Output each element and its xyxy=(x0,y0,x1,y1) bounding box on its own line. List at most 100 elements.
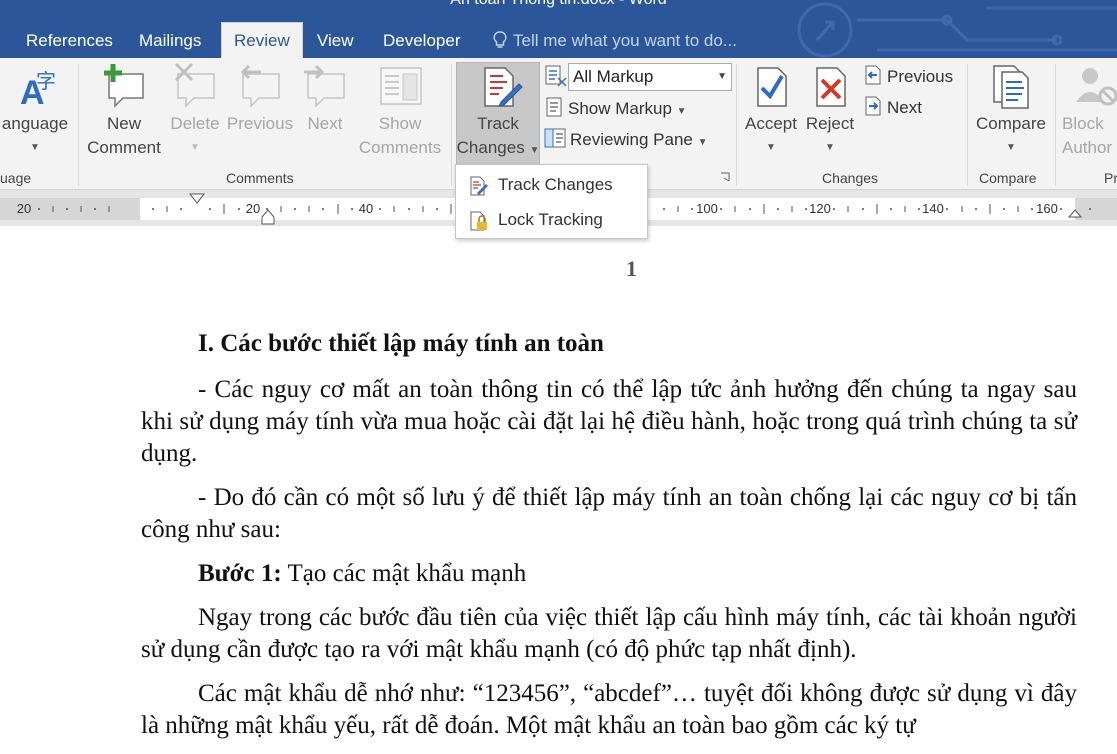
step-text: Tạo các mật khẩu mạnh xyxy=(281,560,527,587)
tab-review[interactable]: Review xyxy=(221,22,303,58)
comments-group-label: Comments xyxy=(226,170,294,186)
language-group-label: uage xyxy=(0,170,32,186)
previous-comment-icon xyxy=(240,64,280,108)
paragraph: - Do đó cần có một số lưu ý để thiết lập… xyxy=(141,482,1077,546)
show-comments-icon xyxy=(380,67,422,105)
compare-group-label: Compare xyxy=(979,170,1037,186)
compare-icon xyxy=(993,65,1029,109)
previous-change-icon xyxy=(865,65,881,85)
chevron-down-icon: ▼ xyxy=(825,142,835,153)
chevron-down-icon: ▼ xyxy=(697,137,708,148)
dialog-launcher-icon[interactable] xyxy=(720,172,730,182)
new-comment-icon xyxy=(104,64,144,108)
ruler-label: 140 xyxy=(922,201,944,216)
paragraph: Ngay trong các bước đầu tiên của việc th… xyxy=(141,602,1077,666)
previous-change-label: Previous xyxy=(887,67,954,86)
chevron-down-icon: ▼ xyxy=(529,145,540,156)
paragraph-text: - Các nguy cơ mất an toàn thông tin có t… xyxy=(141,376,1077,467)
next-comment-button[interactable]: Next xyxy=(298,62,352,136)
block-authors-icon xyxy=(1076,68,1117,106)
previous-label: Previous xyxy=(226,114,294,133)
show-comments-button[interactable]: Show Comments xyxy=(354,62,446,160)
show-comments-label-2: Comments xyxy=(358,138,442,157)
document-page[interactable]: 1 I. Các bước thiết lập máy tính an toàn… xyxy=(0,226,1117,754)
lock-icon xyxy=(470,211,487,231)
language-button[interactable]: A 字 anguage ▼ xyxy=(0,62,72,160)
ruler-label: 20 xyxy=(17,201,31,216)
delete-comment-button[interactable]: Delete ▼ xyxy=(168,62,222,160)
show-comments-label-1: Show xyxy=(378,114,422,133)
protect-group-label: Pr xyxy=(1104,170,1117,186)
svg-text:字: 字 xyxy=(36,69,56,93)
group-divider xyxy=(78,64,79,186)
language-icon: A 字 xyxy=(20,69,56,110)
block-authors-button[interactable]: Block Author xyxy=(1058,62,1117,160)
menu-item-track-changes[interactable]: Track Changes xyxy=(456,168,647,202)
block-authors-label-2: Author xyxy=(1062,138,1113,157)
reviewing-pane-button[interactable]: Reviewing Pane ▼ xyxy=(544,127,708,153)
ruler-label: 20 xyxy=(246,201,260,216)
accept-button[interactable]: Accept ▼ xyxy=(740,62,802,160)
display-for-review-icon xyxy=(545,65,567,87)
next-label: Next xyxy=(307,114,343,133)
reject-icon xyxy=(816,67,846,107)
track-changes-menu: Track Changes Lock Tracking xyxy=(455,164,648,239)
first-line-indent-marker[interactable] xyxy=(188,193,206,204)
reviewing-pane-label: Reviewing Pane xyxy=(570,130,693,149)
next-change-label: Next xyxy=(887,98,922,117)
next-change-button[interactable]: Next xyxy=(863,95,922,121)
delete-label: Delete xyxy=(170,114,220,133)
chevron-down-icon: ▼ xyxy=(190,142,200,153)
circuit-decoration xyxy=(797,2,1117,58)
new-comment-label-1: New xyxy=(106,114,141,133)
chevron-down-icon: ▼ xyxy=(717,71,727,82)
menu-item-lock-tracking[interactable]: Lock Tracking xyxy=(456,203,647,237)
tab-references[interactable]: References xyxy=(14,30,125,58)
previous-comment-button[interactable]: Previous xyxy=(224,62,296,136)
reviewing-pane-icon xyxy=(544,128,566,148)
accept-label: Accept xyxy=(745,114,797,133)
track-changes-icon xyxy=(484,67,523,107)
markup-select[interactable]: All Markup ▼ xyxy=(568,63,732,91)
page-number: 1 xyxy=(626,256,637,281)
track-changes-label-1: Track xyxy=(477,114,519,133)
next-change-icon xyxy=(865,96,881,116)
paragraph: - Các nguy cơ mất an toàn thông tin có t… xyxy=(141,374,1077,470)
ruler-label: 120 xyxy=(809,201,831,216)
menu-item-label: Lock Tracking xyxy=(498,210,603,229)
markup-select-value: All Markup xyxy=(573,67,654,86)
tab-view[interactable]: View xyxy=(305,30,366,58)
hanging-indent-marker[interactable] xyxy=(261,209,275,225)
group-divider xyxy=(967,64,968,186)
right-indent-marker[interactable] xyxy=(1067,209,1083,218)
title-bar: An toàn Thông tin.docx - Word References… xyxy=(0,0,1117,58)
previous-change-button[interactable]: Previous xyxy=(863,64,953,90)
reject-button[interactable]: Reject ▼ xyxy=(802,62,858,160)
new-comment-label-2: Comment xyxy=(87,138,161,157)
step-label: Bước 1: xyxy=(198,560,282,587)
paragraph-text: Các mật khẩu dễ nhớ như: “123456”, “abcd… xyxy=(141,680,1077,739)
changes-group-label: Changes xyxy=(822,170,879,186)
chevron-down-icon: ▼ xyxy=(676,106,687,117)
new-comment-button[interactable]: New Comment xyxy=(82,62,166,160)
tell-me-search[interactable]: Tell me what you want to do... xyxy=(493,28,737,54)
track-changes-button-content[interactable]: Track Changes ▼ xyxy=(456,62,540,163)
tell-me-placeholder: Tell me what you want to do... xyxy=(513,31,737,50)
show-markup-icon xyxy=(546,97,562,117)
compare-label: Compare xyxy=(976,114,1046,133)
menu-item-label: Track Changes xyxy=(498,175,613,194)
ruler-label: 40 xyxy=(359,201,373,216)
paragraph-text: - Do đó cần có một số lưu ý để thiết lập… xyxy=(141,484,1077,543)
group-divider xyxy=(1055,64,1056,186)
tab-developer[interactable]: Developer xyxy=(371,30,473,58)
compare-button[interactable]: Compare ▼ xyxy=(971,62,1051,160)
chevron-down-icon: ▼ xyxy=(1006,142,1016,153)
section-heading: I. Các bước thiết lập máy tính an toàn xyxy=(198,330,604,357)
paragraph: Các mật khẩu dễ nhớ như: “123456”, “abcd… xyxy=(141,678,1077,742)
lightbulb-icon xyxy=(493,31,507,48)
ruler-label: 160 xyxy=(1036,201,1058,216)
language-label: anguage xyxy=(1,114,69,133)
tab-mailings[interactable]: Mailings xyxy=(127,30,213,58)
track-changes-label-2: Changes xyxy=(456,138,525,157)
show-markup-button[interactable]: Show Markup ▼ xyxy=(544,96,687,122)
